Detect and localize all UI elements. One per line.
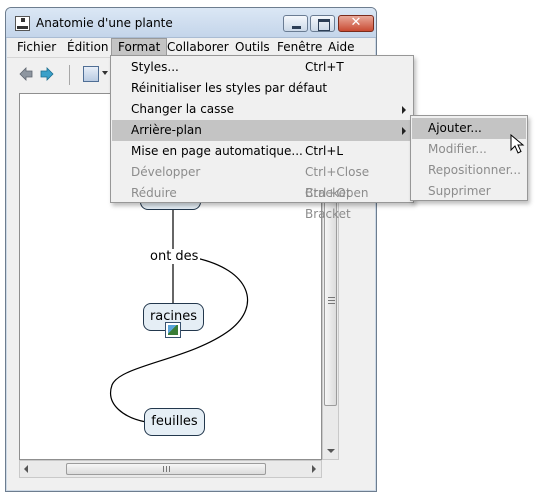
menu-item-label: Arrière-plan [131, 123, 202, 137]
submenu-item-label: Modifier... [428, 142, 487, 156]
menu-item-label: Réduire [131, 186, 177, 200]
menu-item-shortcut: Ctrl+T [305, 60, 344, 74]
submenu-item-delete: Supprimer [412, 181, 526, 202]
submenu-arrow-icon [402, 127, 406, 135]
background-submenu: Ajouter... Modifier... Repositionner... … [410, 115, 528, 201]
menu-item-styles[interactable]: Styles... Ctrl+T [112, 57, 412, 78]
submenu-item-label: Supprimer [428, 184, 491, 198]
menu-item-label: Mise en page automatique... [131, 144, 303, 158]
submenu-item-label: Repositionner... [428, 163, 521, 177]
submenu-item-edit: Modifier... [412, 139, 526, 160]
submenu-item-add[interactable]: Ajouter... [412, 118, 526, 139]
format-menu-dropdown: Styles... Ctrl+T Réinitialiser les style… [110, 55, 414, 221]
submenu-item-label: Ajouter... [428, 121, 482, 135]
menu-item-label: Changer la casse [131, 102, 235, 116]
menu-item-expand: Développer Ctrl+Close Bracket [112, 162, 412, 200]
menu-item-shortcut: Ctrl+Open Bracket [305, 186, 369, 221]
menu-item-label: Développer [131, 165, 201, 179]
menu-item-change-case[interactable]: Changer la casse [112, 99, 412, 120]
submenu-arrow-icon [402, 106, 406, 114]
image-icon[interactable] [165, 322, 181, 338]
menu-item-reset-styles[interactable]: Réinitialiser les styles par défaut [112, 78, 412, 99]
concept-node-feuilles[interactable]: feuilles [144, 408, 205, 436]
menu-item-collapse: Réduire Ctrl+Open Bracket [112, 183, 412, 221]
menu-item-label: Styles... [131, 60, 179, 74]
submenu-item-reposition: Repositionner... [412, 160, 526, 181]
link-label[interactable]: ont des [148, 249, 201, 264]
mouse-pointer-icon [510, 134, 525, 154]
menu-item-background[interactable]: Arrière-plan [112, 120, 412, 141]
menu-item-auto-layout[interactable]: Mise en page automatique... Ctrl+L [112, 141, 412, 162]
menu-item-shortcut: Ctrl+L [305, 144, 344, 158]
menu-item-label: Réinitialiser les styles par défaut [131, 81, 328, 95]
